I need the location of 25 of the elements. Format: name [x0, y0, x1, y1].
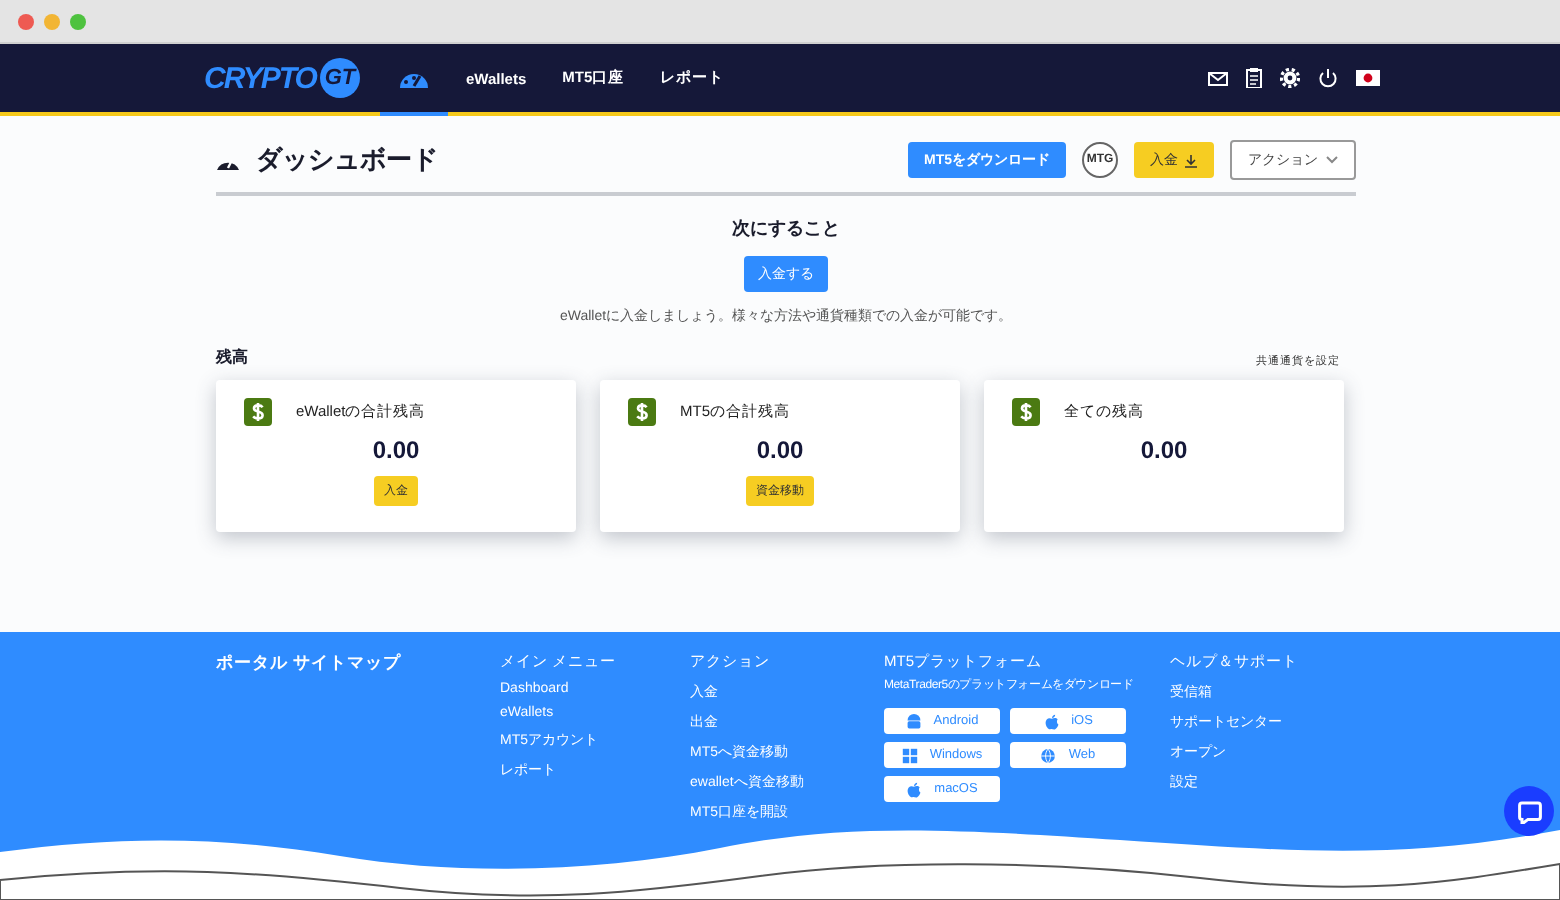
logo: CRYPTO GT	[204, 56, 360, 102]
balance-amount: 0.00	[756, 436, 804, 464]
close-window-icon[interactable]	[18, 13, 34, 29]
balance-amount: 0.00	[372, 436, 420, 464]
section-heading: 残高	[216, 346, 248, 368]
dollar-icon	[244, 398, 272, 426]
apple-icon	[906, 781, 923, 797]
android-icon	[905, 713, 922, 729]
balance-amount: 0.00	[1140, 436, 1188, 464]
chat-icon	[1517, 799, 1541, 823]
chevron-down-icon	[1326, 156, 1338, 164]
clipboard-icon[interactable]	[1246, 68, 1262, 88]
dollar-icon	[628, 398, 656, 426]
settings-icon[interactable]	[1280, 68, 1300, 88]
download-icon	[1184, 153, 1198, 167]
apple-icon	[1043, 713, 1060, 729]
dollar-icon	[1012, 398, 1040, 426]
page-title: ダッシュボード	[256, 142, 438, 178]
section-heading: 次にすること	[732, 216, 840, 242]
flag-icon[interactable]	[1356, 70, 1380, 86]
globe-icon	[1040, 747, 1057, 763]
footer-title: ポータル サイトマップ	[216, 652, 403, 676]
mail-icon[interactable]	[1208, 71, 1228, 85]
windows-icon	[901, 747, 918, 763]
power-icon[interactable]	[1318, 68, 1338, 88]
